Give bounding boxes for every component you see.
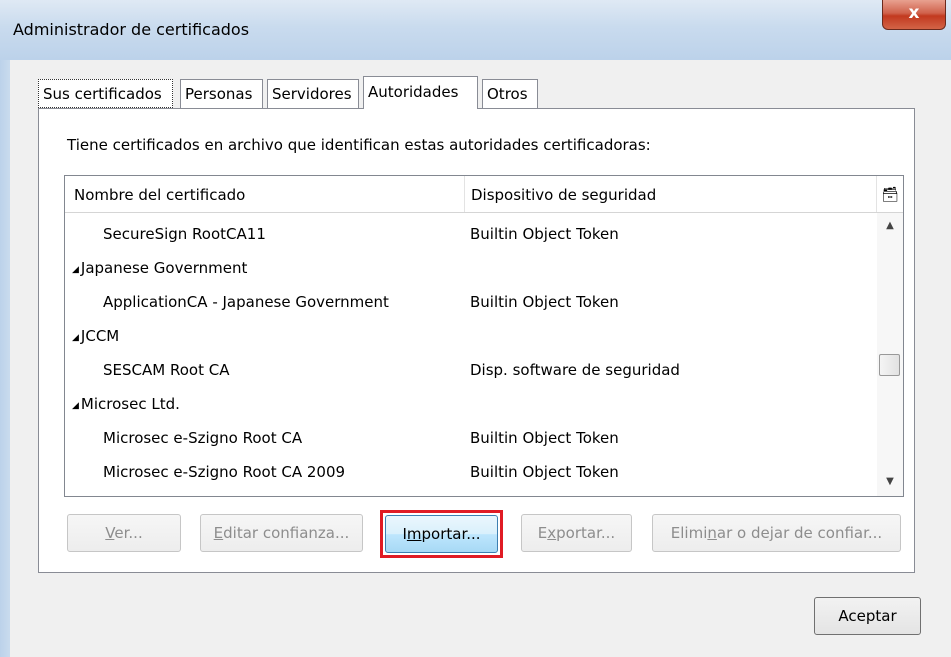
- cert-name: ApplicationCA - Japanese Government: [103, 293, 389, 311]
- expanded-triangle-icon[interactable]: ◢: [72, 265, 79, 275]
- edit-trust-button[interactable]: Editar confianza...: [200, 514, 363, 552]
- window-frame: [0, 60, 10, 657]
- expanded-triangle-icon[interactable]: ◢: [72, 401, 79, 411]
- tab-sus-certificados[interactable]: Sus certificados: [38, 79, 173, 108]
- cert-name: SESCAM Root CA: [103, 361, 230, 379]
- tree-row[interactable]: ApplicationCA - Japanese Government Buil…: [65, 285, 877, 319]
- column-picker-icon[interactable]: 🗃: [877, 176, 903, 212]
- accept-button[interactable]: Aceptar: [814, 597, 921, 635]
- import-highlight-box: [380, 510, 503, 558]
- group-name: Microsec Ltd.: [80, 395, 180, 413]
- cert-name: Microsec e-Szigno Root CA 2009: [103, 463, 346, 481]
- cert-device: Builtin Object Token: [470, 225, 619, 243]
- window-title: Administrador de certificados: [13, 20, 250, 39]
- close-icon: x: [908, 3, 920, 23]
- scrollbar-thumb[interactable]: [879, 354, 900, 376]
- title-bar[interactable]: Administrador de certificados x: [0, 0, 951, 60]
- certificate-tree[interactable]: Nombre del certificado Dispositivo de se…: [64, 175, 904, 497]
- vertical-scrollbar[interactable]: ▲ ▼: [877, 213, 903, 496]
- tab-personas[interactable]: Personas: [180, 79, 263, 108]
- tree-row[interactable]: Microsec e-Szigno Root CA Builtin Object…: [65, 421, 877, 455]
- delete-or-distrust-button[interactable]: Eliminar o dejar de confiar...: [652, 514, 901, 552]
- cert-device: Builtin Object Token: [470, 429, 619, 447]
- view-button[interactable]: Ver...: [67, 514, 181, 552]
- scroll-down-icon[interactable]: ▼: [877, 471, 903, 493]
- cert-name: SecureSign RootCA11: [103, 225, 266, 243]
- close-button[interactable]: x: [882, 0, 946, 30]
- tree-row[interactable]: Microsec e-Szigno Root CA 2009 Builtin O…: [65, 455, 877, 489]
- intro-text: Tiene certificados en archivo que identi…: [67, 136, 651, 154]
- tab-otros[interactable]: Otros: [482, 79, 538, 108]
- scroll-up-icon[interactable]: ▲: [877, 215, 903, 237]
- tree-row[interactable]: SecureSign RootCA11 Builtin Object Token: [65, 217, 877, 251]
- group-name: Japanese Government: [80, 259, 248, 277]
- cert-device: Disp. software de seguridad: [470, 361, 680, 379]
- column-header-device[interactable]: Dispositivo de seguridad: [465, 176, 877, 212]
- export-button[interactable]: Exportar...: [521, 514, 632, 552]
- tree-group-row[interactable]: ◢ Microsec Ltd.: [65, 387, 877, 421]
- tree-group-row[interactable]: ◢ Japanese Government: [65, 251, 877, 285]
- cert-device: Builtin Object Token: [470, 293, 619, 311]
- group-name: JCCM: [80, 327, 120, 345]
- cert-name: Microsec e-Szigno Root CA: [103, 429, 303, 447]
- tree-row[interactable]: SESCAM Root CA Disp. software de segurid…: [65, 353, 877, 387]
- tab-servidores[interactable]: Servidores: [267, 79, 359, 108]
- tree-header: Nombre del certificado Dispositivo de se…: [65, 176, 903, 213]
- tree-group-row[interactable]: ◢ JCCM: [65, 319, 877, 353]
- certificate-manager-window: Administrador de certificados x Sus cert…: [0, 0, 951, 657]
- column-header-name[interactable]: Nombre del certificado: [65, 176, 465, 212]
- tab-autoridades[interactable]: Autoridades: [363, 76, 478, 109]
- cert-device: Builtin Object Token: [470, 463, 619, 481]
- expanded-triangle-icon[interactable]: ◢: [72, 333, 79, 343]
